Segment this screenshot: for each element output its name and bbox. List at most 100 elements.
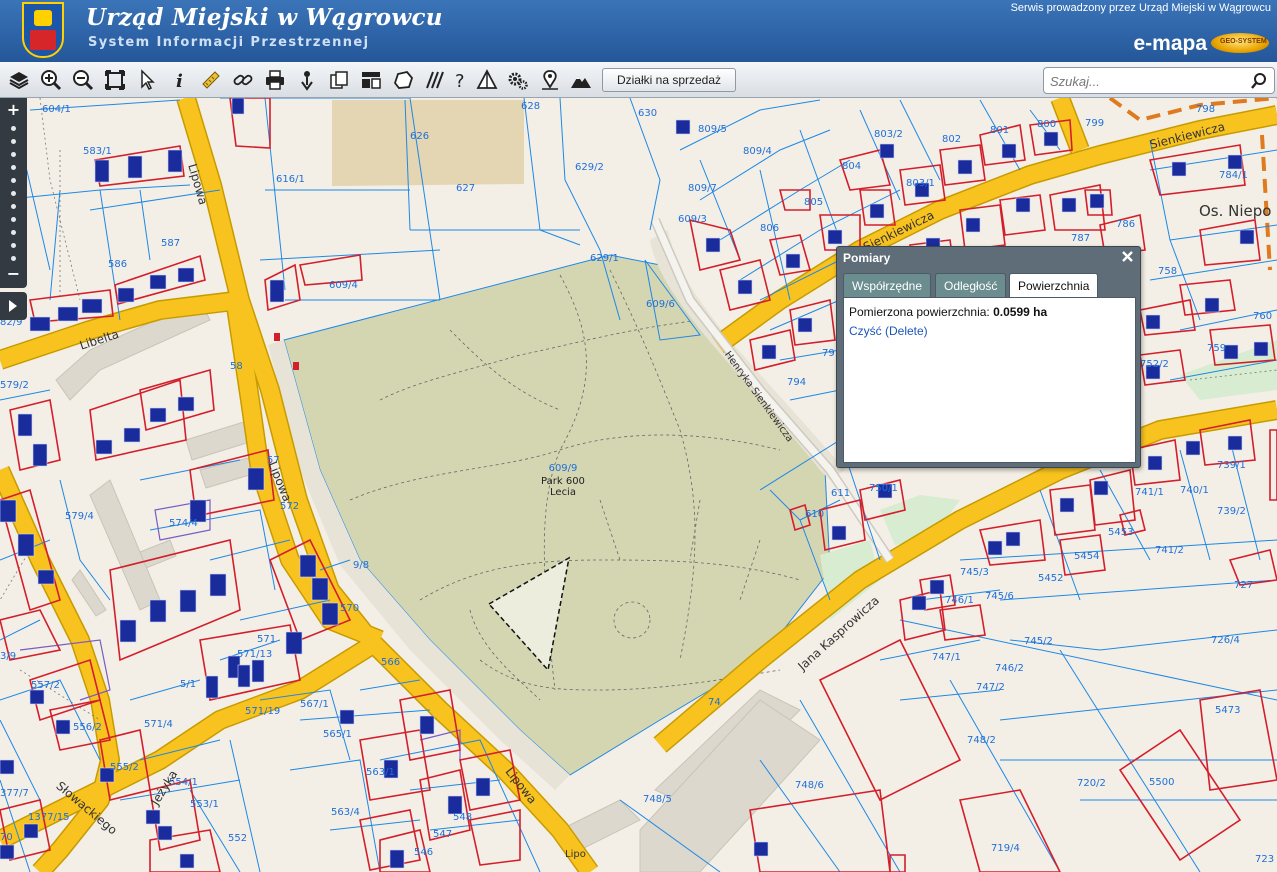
- parcel-label: 719/4: [991, 843, 1020, 854]
- parcel-label: 809/4: [743, 146, 772, 157]
- parcel-label: 557/2: [31, 680, 60, 691]
- tab-area[interactable]: Powierzchnia: [1009, 273, 1099, 299]
- zoom-level-step[interactable]: [11, 126, 16, 131]
- parcel-label: 787: [1071, 233, 1091, 244]
- parcel-label: 626: [410, 131, 430, 142]
- parcel-label: 5452: [1038, 573, 1064, 584]
- extract-icon[interactable]: [326, 67, 352, 93]
- dialog-body: Pomierzona powierzchnia: 0.0599 ha Czyść…: [843, 297, 1136, 463]
- layers-icon[interactable]: [6, 67, 32, 93]
- zoom-level-step[interactable]: [11, 178, 16, 183]
- parcel-label: 802: [942, 134, 962, 145]
- parcel-label: 630: [638, 108, 658, 119]
- zoom-level-step[interactable]: [11, 256, 16, 261]
- parcel-label: 555/2: [110, 762, 139, 773]
- parcel-label: 801: [990, 125, 1010, 136]
- parcel-label: 723: [1255, 854, 1275, 865]
- triangle-measure-icon[interactable]: [474, 67, 500, 93]
- parcel-label: 552: [228, 833, 248, 844]
- terrain-icon[interactable]: [568, 67, 594, 93]
- zoom-level-step[interactable]: [11, 204, 16, 209]
- parcel-label: 747/2: [976, 682, 1005, 693]
- clear-measurement-link[interactable]: Czyść (Delete): [849, 324, 928, 338]
- parcel-label: 70: [0, 832, 13, 843]
- zoom-out-icon[interactable]: [70, 67, 96, 93]
- parcel-label: 586: [108, 259, 128, 270]
- help-icon[interactable]: ?: [448, 67, 474, 93]
- measurements-dialog: Pomiary Współrzędne Odległość Powierzchn…: [836, 246, 1141, 468]
- zoom-level-step[interactable]: [11, 152, 16, 157]
- emapa-brand[interactable]: e-mapa GEO-SYSTEM: [1119, 30, 1269, 56]
- parcel-label: 809/7: [688, 183, 717, 194]
- parcel-label: 628: [521, 101, 541, 112]
- parcel-label: 809/5: [698, 124, 727, 135]
- zoom-level-step[interactable]: [11, 139, 16, 144]
- print-icon[interactable]: [262, 67, 288, 93]
- parcel-label: 5/1: [180, 679, 197, 690]
- parcel-label: 786: [1116, 219, 1136, 230]
- parcel-label: 720/2: [1077, 778, 1106, 789]
- parcel-label: 3/9: [0, 651, 17, 662]
- parcel-label: 609/6: [646, 299, 675, 310]
- pan-marker-icon[interactable]: [294, 67, 320, 93]
- header-title: Urząd Miejski w Wągrowcu: [86, 4, 443, 31]
- parcel-label: 750/1: [869, 483, 898, 494]
- full-extent-icon[interactable]: [102, 67, 128, 93]
- search-box: [1043, 67, 1275, 94]
- zoom-level-step[interactable]: [11, 191, 16, 196]
- search-icon[interactable]: [1250, 72, 1268, 90]
- parcel-label: 609/4: [329, 280, 358, 291]
- header-subtitle: System Informacji Przestrzennej: [88, 35, 370, 50]
- header-bar: Urząd Miejski w Wągrowcu System Informac…: [0, 0, 1277, 62]
- emapa-brand-text: e-mapa: [1133, 32, 1207, 55]
- parcel-label: 610: [805, 509, 825, 520]
- parcel-label: 572: [280, 501, 300, 512]
- select-pointer-icon[interactable]: [134, 67, 160, 93]
- shape-icon[interactable]: [390, 67, 416, 93]
- parcel-label: 804: [842, 161, 862, 172]
- link-icon[interactable]: [230, 67, 256, 93]
- arrow-right-icon: [9, 300, 17, 312]
- park-name-line2: Lecia: [550, 487, 576, 498]
- parcel-label: 629/1: [590, 253, 619, 264]
- park-name-line1: Park 600: [541, 476, 585, 487]
- close-icon[interactable]: [1120, 249, 1135, 264]
- parcel-label: 741/1: [1135, 487, 1164, 498]
- toolbar: i ? Działki na sprzedaż: [0, 62, 1277, 98]
- svg-text:i: i: [176, 71, 183, 91]
- geo-system-logo: GEO-SYSTEM: [1211, 33, 1269, 53]
- info-icon[interactable]: i: [166, 67, 192, 93]
- layout-icon[interactable]: [358, 67, 384, 93]
- settings-icon[interactable]: [505, 67, 531, 93]
- dialog-title: Pomiary: [843, 251, 891, 265]
- zoom-level-step[interactable]: [11, 165, 16, 170]
- parcel-label: 616/1: [276, 174, 305, 185]
- parcel-label: 583/1: [83, 146, 112, 157]
- zoom-in-icon[interactable]: [38, 67, 64, 93]
- parcel-label: 58: [230, 361, 243, 372]
- map-canvas[interactable]: 604/1 628 626 630 616/1 627 583/1 629/2 …: [0, 98, 1277, 872]
- tab-coordinates[interactable]: Współrzędne: [843, 273, 932, 297]
- hatch-icon[interactable]: [422, 67, 448, 93]
- place-marker-icon[interactable]: [537, 67, 563, 93]
- tab-distance[interactable]: Odległość: [935, 273, 1007, 297]
- zoom-level-step[interactable]: [11, 217, 16, 222]
- zoom-level-step[interactable]: [11, 243, 16, 248]
- parcel-label: 799: [1085, 118, 1105, 129]
- parcel-label: 784/1: [1219, 170, 1248, 181]
- zoom-level-step[interactable]: [11, 230, 16, 235]
- zoom-plus-icon[interactable]: +: [5, 102, 22, 118]
- parcel-label: 752/2: [1140, 359, 1169, 370]
- svg-text:?: ?: [455, 71, 465, 91]
- parcels-for-sale-button[interactable]: Działki na sprzedaż: [602, 68, 736, 92]
- parcel-label: 726/4: [1211, 635, 1240, 646]
- side-panel-toggle[interactable]: [0, 292, 27, 320]
- parcel-label: 571/19: [245, 706, 281, 717]
- ruler-icon[interactable]: [198, 67, 224, 93]
- district-label: Os. Niepo: [1199, 202, 1272, 220]
- parcel-label: 745/3: [960, 567, 989, 578]
- city-crest-logo: [22, 2, 64, 58]
- search-input[interactable]: [1050, 71, 1240, 91]
- street-label-lipo: Lipo: [565, 849, 586, 860]
- zoom-minus-icon[interactable]: −: [5, 266, 22, 282]
